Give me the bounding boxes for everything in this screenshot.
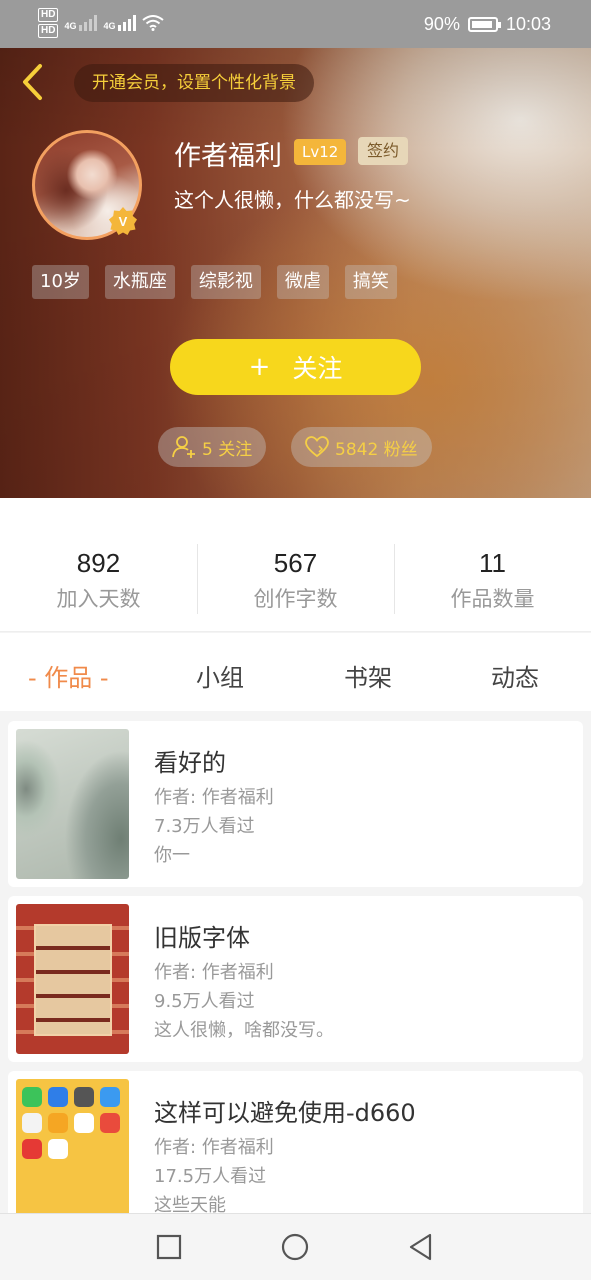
vip-background-prompt[interactable]: 开通会员，设置个性化背景 <box>74 64 314 102</box>
tab-groups[interactable]: 小组 <box>196 658 244 693</box>
stat-value: 892 <box>76 548 121 578</box>
network-type: 4G <box>103 21 116 31</box>
stat-value: 11 <box>479 548 506 578</box>
fans-count: 5842 粉丝 <box>335 439 418 460</box>
stat-join-days: 892 加入天数 <box>0 548 197 613</box>
wifi-icon <box>142 15 165 31</box>
stat-label: 作品数量 <box>450 587 535 611</box>
bio: 这个人很懒，什么都没写~ <box>174 188 411 212</box>
home-icon <box>281 1233 309 1261</box>
clock: 10:03 <box>505 14 551 34</box>
work-views: 9.5万人看过 <box>154 991 255 1012</box>
work-cover <box>16 729 129 879</box>
stat-word-count: 567 创作字数 <box>197 548 394 613</box>
user-add-icon <box>172 436 195 458</box>
work-views: 17.5万人看过 <box>154 1166 267 1187</box>
signal-icon <box>79 15 98 31</box>
works-list: 看好的 作者: 作者福利 7.3万人看过 你一 旧版字体 作者: 作者福利 9.… <box>0 711 591 1213</box>
work-cover <box>16 1079 129 1213</box>
back-button[interactable] <box>14 62 50 102</box>
work-title: 旧版字体 <box>154 924 250 952</box>
recent-apps-icon <box>156 1234 182 1260</box>
stat-works-count: 11 作品数量 <box>394 548 591 613</box>
chevron-left-icon <box>23 64 42 100</box>
avatar[interactable]: V <box>32 130 142 240</box>
follow-button-label: 关注 <box>292 354 343 383</box>
profile-stats: 892 加入天数 567 创作字数 11 作品数量 <box>0 498 591 632</box>
tag: 10岁 <box>32 265 89 299</box>
work-author: 作者: 作者福利 <box>154 962 274 983</box>
hd-badge: HD <box>38 24 59 38</box>
work-description: 这些天能 <box>154 1195 226 1213</box>
level-badge: Lv12 <box>294 139 347 165</box>
back-icon <box>409 1233 432 1261</box>
verified-badge-icon: V <box>108 206 138 236</box>
battery-icon <box>467 17 501 32</box>
signal-icon <box>118 15 137 31</box>
status-bar: HD HD 4G 4G 90% 10:03 <box>0 0 591 48</box>
nav-back-button[interactable] <box>406 1232 436 1262</box>
work-item[interactable]: 看好的 作者: 作者福利 7.3万人看过 你一 <box>8 721 583 887</box>
work-title: 这样可以避免使用-d660 <box>154 1099 416 1127</box>
svg-text:V: V <box>119 214 128 229</box>
network-type: 4G <box>64 21 77 31</box>
signed-badge: 签约 <box>358 137 409 165</box>
work-description: 你一 <box>154 845 190 866</box>
home-button[interactable] <box>280 1232 310 1262</box>
fans-count-button[interactable]: 5842 粉丝 <box>291 427 432 467</box>
tab-bookshelf[interactable]: 书架 <box>344 658 392 693</box>
tag: 水瓶座 <box>104 265 175 299</box>
tag: 综影视 <box>190 265 261 299</box>
following-count: 5 关注 <box>202 439 253 460</box>
follow-button[interactable]: + 关注 <box>170 339 421 395</box>
tag-list: 10岁 水瓶座 综影视 微虐 搞笑 <box>32 265 397 299</box>
battery-percent: 90% <box>423 14 460 34</box>
following-count-button[interactable]: 5 关注 <box>158 427 267 467</box>
work-author: 作者: 作者福利 <box>154 787 274 808</box>
stat-label: 创作字数 <box>253 587 338 611</box>
tab-activity[interactable]: 动态 <box>491 658 539 693</box>
tab-works[interactable]: - 作品 - <box>28 658 109 693</box>
stat-value: 567 <box>273 548 318 578</box>
work-description: 这人很懒，啥都没写。 <box>154 1020 334 1041</box>
heart-icon <box>305 436 329 458</box>
work-cover <box>16 904 129 1054</box>
hd-badge: HD <box>38 8 59 22</box>
work-item[interactable]: 这样可以避免使用-d660 作者: 作者福利 17.5万人看过 这些天能 <box>8 1071 583 1213</box>
username: 作者福利 <box>174 141 282 172</box>
plus-icon: + <box>248 352 271 382</box>
work-author: 作者: 作者福利 <box>154 1137 274 1158</box>
profile-tabs: - 作品 - 小组 书架 动态 <box>0 633 591 711</box>
work-item[interactable]: 旧版字体 作者: 作者福利 9.5万人看过 这人很懒，啥都没写。 <box>8 896 583 1062</box>
work-title: 看好的 <box>154 749 226 777</box>
stat-label: 加入天数 <box>56 587 141 611</box>
work-views: 7.3万人看过 <box>154 816 255 837</box>
tag: 微虐 <box>276 265 329 299</box>
system-navigation-bar <box>0 1213 591 1280</box>
recent-apps-button[interactable] <box>154 1232 184 1262</box>
tag: 搞笑 <box>344 265 397 299</box>
